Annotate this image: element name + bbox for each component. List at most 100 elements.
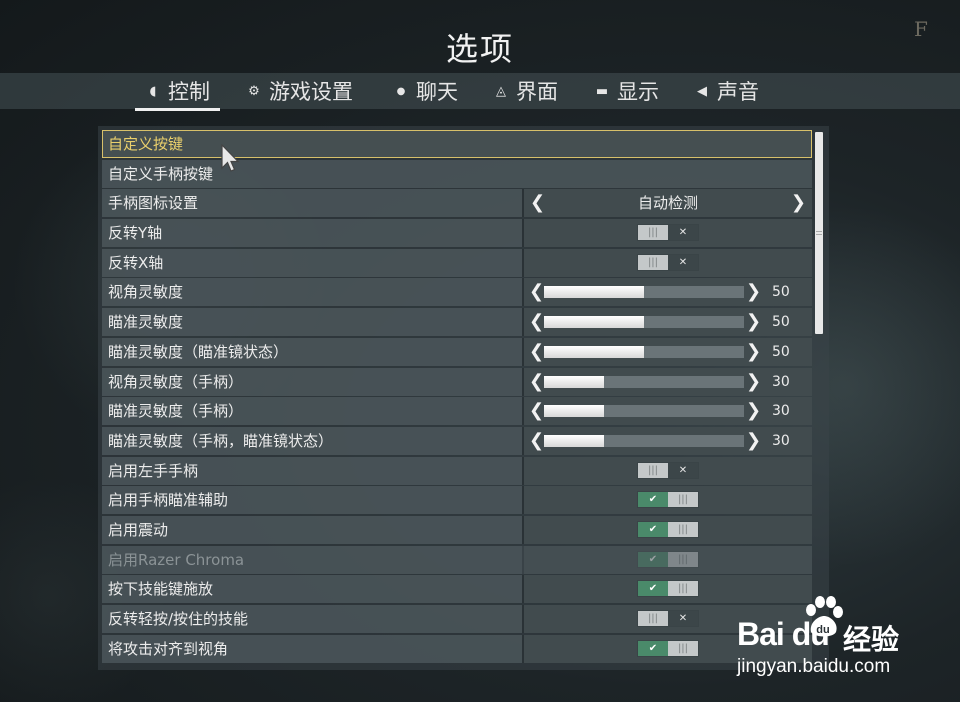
view-sensitivity-gamepad-slider[interactable]: ❮ ❯ 30 (522, 367, 812, 396)
chevron-left-icon[interactable]: ❮ (529, 341, 544, 363)
invert-tap-hold-setting: 反转轻按/按住的技能 ||| ✕ (102, 605, 812, 633)
tab-label: 界面 (516, 80, 558, 104)
aim-sensitivity-gamepad-slider[interactable]: ❮ ❯ 30 (522, 397, 812, 426)
slider-track[interactable] (544, 405, 744, 418)
view-sensitivity-setting: 视角灵敏度 ❮ ❯ 50 (102, 278, 812, 307)
check-icon: ✔ (638, 521, 668, 537)
settings-list: 自定义按键 自定义手柄按键 手柄图标设置 ❮ 自动检测 ❯ 反转Y轴 ||| ✕ … (102, 130, 812, 664)
corner-logo-icon: F (914, 17, 928, 41)
chevron-right-icon[interactable]: ❯ (746, 341, 761, 363)
aim-sensitivity-slider[interactable]: ❮ ❯ 50 (522, 308, 812, 337)
align-attack-view-setting: 将攻击对齐到视角 ✔ ||| (102, 634, 812, 663)
view-sensitivity-slider[interactable]: ❮ ❯ 50 (522, 278, 812, 307)
slider-fill (544, 286, 644, 299)
chevron-left-icon[interactable]: ❮ (530, 192, 545, 214)
tab-display[interactable]: ▬ 显示 (594, 73, 659, 109)
tab-sound[interactable]: ◀ 声音 (694, 73, 759, 109)
align-attack-view-toggle[interactable]: ✔ ||| (637, 639, 699, 657)
mouse-cursor-icon (221, 144, 240, 172)
setting-label: 启用左手手柄 (108, 461, 199, 480)
slider-fill (544, 316, 644, 329)
setting-label: 启用Razer Chroma (108, 550, 245, 569)
slider-track[interactable] (544, 375, 744, 388)
check-icon: ✔ (638, 640, 668, 656)
tab-interface[interactable]: ◬ 界面 (493, 73, 558, 109)
invert-tap-hold-toggle[interactable]: ||| ✕ (637, 610, 699, 627)
slider-track[interactable] (544, 434, 744, 447)
view-sensitivity-gamepad-setting: 视角灵敏度（手柄） ❮ ❯ 30 (102, 367, 812, 396)
slider-track[interactable] (544, 286, 744, 299)
setting-label: 自定义手柄按键 (108, 164, 214, 183)
chevron-right-icon[interactable]: ❯ (746, 371, 761, 393)
watermark-url: jingyan.baidu.com (737, 656, 891, 677)
tab-game-settings[interactable]: ⚙ 游戏设置 (246, 73, 353, 109)
aim-sensitivity-gamepad-scope-slider[interactable]: ❮ ❯ 30 (522, 426, 812, 455)
tab-chat[interactable]: ● 聊天 (393, 73, 458, 109)
tab-label: 显示 (617, 80, 659, 104)
cast-on-press-toggle[interactable]: ✔ ||| (637, 580, 699, 598)
invert-y-toggle[interactable]: ||| ✕ (637, 224, 699, 242)
slider-value: 30 (772, 403, 790, 420)
chevron-left-icon[interactable]: ❮ (529, 281, 544, 303)
aim-sensitivity-setting: 瞄准灵敏度 ❮ ❯ 50 (102, 308, 812, 337)
setting-label: 启用震动 (108, 520, 169, 539)
grip-icon: ||| (668, 581, 698, 597)
aim-sensitivity-gamepad-scope-setting: 瞄准灵敏度（手柄，瞄准镜状态） ❮ ❯ 30 (102, 426, 812, 455)
vibration-setting: 启用震动 ✔ ||| (102, 515, 812, 544)
gamepad-icon-selector: ❮ 自动检测 ❯ (522, 189, 812, 218)
grip-icon: ||| (638, 225, 668, 241)
left-handed-gamepad-setting: 启用左手手柄 ||| ✕ (102, 456, 812, 485)
grip-icon: ||| (668, 521, 698, 537)
aim-sensitivity-gamepad-setting: 瞄准灵敏度（手柄） ❮ ❯ 30 (102, 397, 812, 426)
invert-x-toggle[interactable]: ||| ✕ (637, 253, 699, 271)
grip-icon: ||| (638, 254, 668, 270)
setting-label: 视角灵敏度 (108, 283, 184, 302)
chevron-left-icon[interactable]: ❮ (529, 311, 544, 333)
chevron-right-icon[interactable]: ❯ (746, 281, 761, 303)
chevron-right-icon[interactable]: ❯ (746, 311, 761, 333)
close-icon: ✕ (668, 611, 698, 626)
gamepad-icon-setting: 手柄图标设置 ❮ 自动检测 ❯ (102, 189, 812, 218)
gamepad-aim-assist-toggle[interactable]: ✔ ||| (637, 491, 699, 509)
chevron-left-icon[interactable]: ❮ (529, 400, 544, 422)
grip-icon: ||| (638, 462, 668, 478)
close-icon: ✕ (668, 225, 698, 241)
grip-icon: ||| (638, 611, 668, 626)
chevron-right-icon[interactable]: ❯ (791, 192, 806, 214)
interface-icon: ◬ (496, 83, 506, 99)
custom-keys-button[interactable]: 自定义按键 (102, 130, 812, 158)
slider-track[interactable] (544, 316, 744, 329)
vibration-toggle[interactable]: ✔ ||| (637, 520, 699, 538)
tab-label: 控制 (168, 80, 210, 104)
slider-fill (544, 345, 644, 358)
check-icon: ✔ (638, 551, 668, 567)
slider-fill (544, 434, 604, 447)
slider-track[interactable] (544, 345, 744, 358)
speaker-icon: ◀ (697, 83, 707, 99)
slider-value: 50 (772, 343, 790, 360)
baidu-paw-icon: du (806, 596, 843, 637)
page-title: 选项 (445, 30, 514, 68)
aim-sensitivity-scope-slider[interactable]: ❮ ❯ 50 (522, 337, 812, 366)
chevron-left-icon[interactable]: ❮ (529, 371, 544, 393)
slider-value: 50 (772, 284, 790, 301)
setting-label: 瞄准灵敏度（手柄） (108, 402, 244, 421)
grip-icon: ||| (668, 640, 698, 656)
chevron-right-icon[interactable]: ❯ (746, 400, 761, 422)
scrollbar-grip (816, 231, 822, 235)
tab-label: 声音 (717, 80, 759, 104)
setting-label: 启用手柄瞄准辅助 (108, 491, 229, 510)
left-handed-gamepad-toggle[interactable]: ||| ✕ (637, 461, 699, 479)
grip-icon: ||| (668, 551, 698, 567)
chevron-left-icon[interactable]: ❮ (529, 430, 544, 452)
gear-icon: ⚙ (248, 83, 260, 99)
tab-label: 聊天 (416, 80, 458, 104)
chevron-right-icon[interactable]: ❯ (746, 430, 761, 452)
gamepad-aim-assist-setting: 启用手柄瞄准辅助 ✔ ||| (102, 486, 812, 515)
slider-value: 30 (772, 432, 790, 449)
aim-sensitivity-scope-setting: 瞄准灵敏度（瞄准镜状态） ❮ ❯ 50 (102, 337, 812, 366)
setting-label: 反转Y轴 (108, 224, 163, 243)
tab-controls[interactable]: ◖ 控制 (135, 73, 220, 111)
close-icon: ✕ (668, 254, 698, 270)
custom-gamepad-keys-button[interactable]: 自定义手柄按键 (102, 159, 812, 188)
